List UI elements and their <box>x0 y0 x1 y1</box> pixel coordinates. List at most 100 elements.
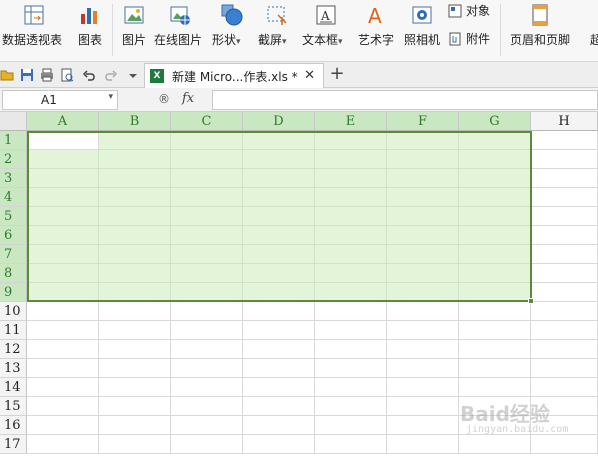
cell-h5[interactable] <box>531 207 598 226</box>
chart-button[interactable]: 图表 <box>76 0 104 62</box>
row-header-12[interactable]: 12 <box>0 340 27 359</box>
cell-c7[interactable] <box>171 245 243 264</box>
cell-g6[interactable] <box>459 226 531 245</box>
cell-a10[interactable] <box>27 302 99 321</box>
column-header-f[interactable]: F <box>387 112 459 131</box>
screenshot-button[interactable]: 截屏▾ <box>256 0 296 62</box>
cell-e12[interactable] <box>315 340 387 359</box>
row-header-15[interactable]: 15 <box>0 397 27 416</box>
cell-f4[interactable] <box>387 188 459 207</box>
cell-a13[interactable] <box>27 359 99 378</box>
shapes-button[interactable]: 形状▾ <box>212 0 252 62</box>
formula-input[interactable] <box>212 90 598 110</box>
cell-h9[interactable] <box>531 283 598 302</box>
cell-c6[interactable] <box>171 226 243 245</box>
cell-g14[interactable] <box>459 378 531 397</box>
cell-a8[interactable] <box>27 264 99 283</box>
print-preview-icon[interactable] <box>60 68 74 82</box>
row-header-16[interactable]: 16 <box>0 416 27 435</box>
cell-c2[interactable] <box>171 150 243 169</box>
row-header-5[interactable]: 5 <box>0 207 27 226</box>
row-header-14[interactable]: 14 <box>0 378 27 397</box>
cell-e16[interactable] <box>315 416 387 435</box>
cell-e9[interactable] <box>315 283 387 302</box>
cell-e2[interactable] <box>315 150 387 169</box>
cell-b9[interactable] <box>99 283 171 302</box>
cell-b15[interactable] <box>99 397 171 416</box>
cell-f8[interactable] <box>387 264 459 283</box>
pivot-table-button[interactable]: 数据透视表 <box>2 0 66 62</box>
cell-d5[interactable] <box>243 207 315 226</box>
cell-e6[interactable] <box>315 226 387 245</box>
cell-h10[interactable] <box>531 302 598 321</box>
customize-dropdown-icon[interactable] <box>128 68 142 82</box>
cell-b7[interactable] <box>99 245 171 264</box>
cell-a3[interactable] <box>27 169 99 188</box>
save-icon[interactable] <box>20 68 34 82</box>
tab-document[interactable]: X 新建 Micro...作表.xls * ✕ <box>144 63 324 88</box>
cell-g7[interactable] <box>459 245 531 264</box>
close-tab-icon[interactable]: ✕ <box>304 68 315 83</box>
cell-d11[interactable] <box>243 321 315 340</box>
cell-d10[interactable] <box>243 302 315 321</box>
cell-a9[interactable] <box>27 283 99 302</box>
column-header-d[interactable]: D <box>243 112 315 131</box>
chevron-down-icon[interactable]: ▾ <box>108 92 113 102</box>
cell-c16[interactable] <box>171 416 243 435</box>
cell-d16[interactable] <box>243 416 315 435</box>
cell-e8[interactable] <box>315 264 387 283</box>
cell-c13[interactable] <box>171 359 243 378</box>
cell-f3[interactable] <box>387 169 459 188</box>
zoom-function-icon[interactable]: ® <box>158 92 170 106</box>
attachment-button[interactable]: 附件 <box>448 30 490 47</box>
row-header-7[interactable]: 7 <box>0 245 27 264</box>
cell-b16[interactable] <box>99 416 171 435</box>
row-header-3[interactable]: 3 <box>0 169 27 188</box>
cell-b3[interactable] <box>99 169 171 188</box>
cell-b2[interactable] <box>99 150 171 169</box>
cell-a7[interactable] <box>27 245 99 264</box>
cell-f10[interactable] <box>387 302 459 321</box>
cell-h4[interactable] <box>531 188 598 207</box>
row-header-9[interactable]: 9 <box>0 283 27 302</box>
cell-c3[interactable] <box>171 169 243 188</box>
column-header-g[interactable]: G <box>459 112 531 131</box>
cell-h3[interactable] <box>531 169 598 188</box>
cell-b8[interactable] <box>99 264 171 283</box>
cell-c9[interactable] <box>171 283 243 302</box>
cell-h6[interactable] <box>531 226 598 245</box>
cell-d9[interactable] <box>243 283 315 302</box>
cell-a4[interactable] <box>27 188 99 207</box>
cell-c8[interactable] <box>171 264 243 283</box>
cell-e13[interactable] <box>315 359 387 378</box>
row-header-13[interactable]: 13 <box>0 359 27 378</box>
cell-e17[interactable] <box>315 435 387 454</box>
redo-icon[interactable] <box>104 68 118 82</box>
cell-d8[interactable] <box>243 264 315 283</box>
cell-b4[interactable] <box>99 188 171 207</box>
column-header-a[interactable]: A <box>27 112 99 131</box>
cell-b17[interactable] <box>99 435 171 454</box>
cell-e1[interactable] <box>315 131 387 150</box>
object-button[interactable]: 对象 <box>448 2 490 19</box>
cell-a2[interactable] <box>27 150 99 169</box>
cell-d2[interactable] <box>243 150 315 169</box>
cell-g10[interactable] <box>459 302 531 321</box>
cell-g13[interactable] <box>459 359 531 378</box>
cell-g12[interactable] <box>459 340 531 359</box>
cell-a16[interactable] <box>27 416 99 435</box>
cell-a5[interactable] <box>27 207 99 226</box>
picture-button[interactable]: 图片 <box>120 0 148 62</box>
row-header-10[interactable]: 10 <box>0 302 27 321</box>
row-header-8[interactable]: 8 <box>0 264 27 283</box>
cell-d7[interactable] <box>243 245 315 264</box>
cell-g8[interactable] <box>459 264 531 283</box>
cell-c14[interactable] <box>171 378 243 397</box>
cell-g3[interactable] <box>459 169 531 188</box>
hyperlink-button[interactable]: 超 <box>588 0 598 62</box>
cell-g4[interactable] <box>459 188 531 207</box>
cell-f11[interactable] <box>387 321 459 340</box>
cell-h1[interactable] <box>531 131 598 150</box>
cell-c5[interactable] <box>171 207 243 226</box>
cell-b10[interactable] <box>99 302 171 321</box>
